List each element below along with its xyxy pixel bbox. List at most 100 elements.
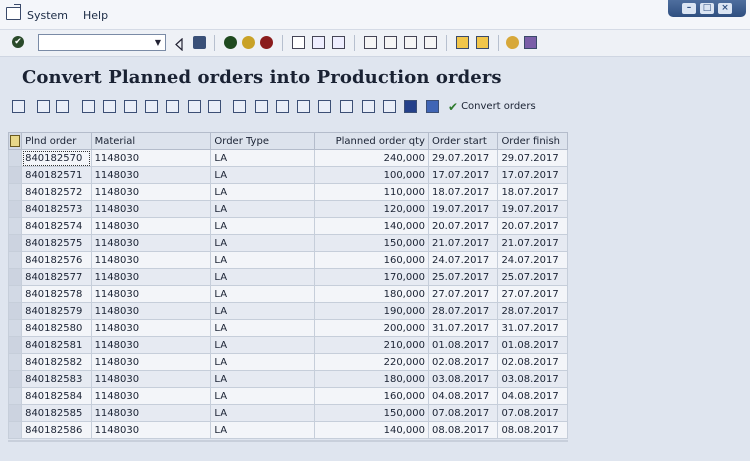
cell-order-finish[interactable]: 21.07.2017 [497, 234, 568, 252]
table-row[interactable]: 840182571 1148030 LA 100,000 17.07.2017 17.07… [7, 166, 568, 184]
cell-plnd-order[interactable]: 840182586 [21, 421, 92, 439]
cell-plnd-order[interactable]: 840182585 [21, 404, 92, 422]
save-icon[interactable] [193, 36, 206, 49]
cell-material[interactable]: 1148030 [90, 421, 212, 439]
cell-order-type[interactable]: LA [210, 387, 316, 405]
enter-check-icon[interactable]: ✔ [12, 36, 24, 48]
row-selector[interactable] [7, 268, 23, 286]
cell-planned-qty[interactable]: 190,000 [314, 302, 429, 320]
cell-material[interactable]: 1148030 [90, 370, 212, 388]
cell-order-finish[interactable]: 03.08.2017 [497, 370, 568, 388]
table-row[interactable]: 840182570 1148030 LA 240,000 29.07.2017 29.07… [7, 149, 568, 167]
cell-planned-qty[interactable]: 180,000 [314, 285, 429, 303]
cell-order-start[interactable]: 01.08.2017 [427, 336, 499, 354]
cell-order-type[interactable]: LA [210, 217, 316, 235]
cell-planned-qty[interactable]: 150,000 [314, 404, 429, 422]
cell-order-start[interactable]: 31.07.2017 [427, 319, 499, 337]
cell-order-type[interactable]: LA [210, 421, 316, 439]
row-selector[interactable] [7, 353, 23, 371]
first-page-icon[interactable] [364, 36, 377, 49]
cell-material[interactable]: 1148030 [90, 285, 212, 303]
cell-material[interactable]: 1148030 [90, 183, 212, 201]
cell-order-type[interactable]: LA [210, 166, 316, 184]
cell-order-start[interactable]: 17.07.2017 [427, 166, 499, 184]
cell-order-type[interactable]: LA [210, 200, 316, 218]
cell-planned-qty[interactable]: 170,000 [314, 268, 429, 286]
column-header-order-type[interactable]: Order Type [210, 132, 316, 150]
cell-order-start[interactable]: 29.07.2017 [427, 149, 499, 167]
print-preview-icon[interactable] [56, 100, 69, 113]
cell-order-start[interactable]: 08.08.2017 [427, 421, 499, 439]
cell-order-start[interactable]: 24.07.2017 [427, 251, 499, 269]
cell-planned-qty[interactable]: 160,000 [314, 251, 429, 269]
row-selector[interactable] [7, 404, 23, 422]
cell-plnd-order[interactable]: 840182578 [21, 285, 92, 303]
refresh-icon[interactable] [426, 100, 439, 113]
convert-orders-button[interactable]: ✔ Convert orders [448, 98, 536, 115]
local-file-icon[interactable] [340, 100, 353, 113]
row-selector[interactable] [7, 302, 23, 320]
cell-plnd-order[interactable]: 840182575 [21, 234, 92, 252]
cell-order-type[interactable]: LA [210, 302, 316, 320]
back-icon[interactable] [224, 36, 237, 49]
cell-order-finish[interactable]: 07.08.2017 [497, 404, 568, 422]
table-row[interactable]: 840182581 1148030 LA 210,000 01.08.2017 01.08… [7, 336, 568, 354]
filter-icon[interactable] [82, 100, 95, 113]
row-selector[interactable] [7, 387, 23, 405]
cell-plnd-order[interactable]: 840182572 [21, 183, 92, 201]
cell-material[interactable]: 1148030 [90, 234, 212, 252]
table-row[interactable]: 840182573 1148030 LA 120,000 19.07.2017 19.07… [7, 200, 568, 218]
menu-help[interactable]: Help [83, 9, 108, 22]
cell-material[interactable]: 1148030 [90, 200, 212, 218]
cell-planned-qty[interactable]: 180,000 [314, 370, 429, 388]
find-next-icon[interactable] [332, 36, 345, 49]
table-row[interactable]: 840182583 1148030 LA 180,000 03.08.2017 03.08… [7, 370, 568, 388]
column-header-material[interactable]: Material [90, 132, 212, 150]
cell-order-start[interactable]: 04.08.2017 [427, 387, 499, 405]
cell-order-finish[interactable]: 19.07.2017 [497, 200, 568, 218]
cell-order-finish[interactable]: 04.08.2017 [497, 387, 568, 405]
cell-order-type[interactable]: LA [210, 183, 316, 201]
row-selector[interactable] [7, 149, 23, 167]
table-row[interactable]: 840182584 1148030 LA 160,000 04.08.2017 04.08… [7, 387, 568, 405]
system-menu-icon[interactable] [6, 4, 21, 20]
maximize-icon[interactable]: □ [700, 3, 714, 14]
cell-order-start[interactable]: 07.08.2017 [427, 404, 499, 422]
cell-planned-qty[interactable]: 150,000 [314, 234, 429, 252]
change-layout-icon[interactable] [362, 100, 375, 113]
table-row[interactable]: 840182580 1148030 LA 200,000 31.07.2017 31.07… [7, 319, 568, 337]
total-icon[interactable] [145, 100, 158, 113]
cell-planned-qty[interactable]: 240,000 [314, 149, 429, 167]
cell-material[interactable]: 1148030 [90, 353, 212, 371]
cell-order-start[interactable]: 27.07.2017 [427, 285, 499, 303]
cell-order-finish[interactable]: 20.07.2017 [497, 217, 568, 235]
minimize-icon[interactable]: – [682, 3, 696, 14]
cell-order-type[interactable]: LA [210, 234, 316, 252]
spreadsheet-icon[interactable] [318, 100, 331, 113]
column-header-order-finish[interactable]: Order finish [497, 132, 568, 150]
subtotal-icon[interactable] [166, 100, 179, 113]
row-selector[interactable] [7, 166, 23, 184]
cell-order-type[interactable]: LA [210, 268, 316, 286]
cell-material[interactable]: 1148030 [90, 149, 212, 167]
cell-order-finish[interactable]: 01.08.2017 [497, 336, 568, 354]
cell-plnd-order[interactable]: 840182574 [21, 217, 92, 235]
table-row[interactable]: 840182586 1148030 LA 140,000 08.08.2017 08.08… [7, 421, 568, 439]
find-icon[interactable] [312, 36, 325, 49]
row-selector[interactable] [7, 285, 23, 303]
column-header-plnd-order[interactable]: Plnd order [21, 132, 92, 150]
cell-order-type[interactable]: LA [210, 353, 316, 371]
cell-order-start[interactable]: 20.07.2017 [427, 217, 499, 235]
row-selector[interactable] [7, 183, 23, 201]
customize-layout-icon[interactable] [524, 36, 537, 49]
edit-icon[interactable] [37, 100, 50, 113]
cell-planned-qty[interactable]: 110,000 [314, 183, 429, 201]
details-icon[interactable] [12, 100, 25, 113]
cell-material[interactable]: 1148030 [90, 404, 212, 422]
table-row[interactable]: 840182578 1148030 LA 180,000 27.07.2017 27.07… [7, 285, 568, 303]
table-row[interactable]: 840182575 1148030 LA 150,000 21.07.2017 21.07… [7, 234, 568, 252]
cell-material[interactable]: 1148030 [90, 336, 212, 354]
print-list-icon[interactable] [208, 100, 221, 113]
cell-planned-qty[interactable]: 100,000 [314, 166, 429, 184]
cell-order-start[interactable]: 28.07.2017 [427, 302, 499, 320]
